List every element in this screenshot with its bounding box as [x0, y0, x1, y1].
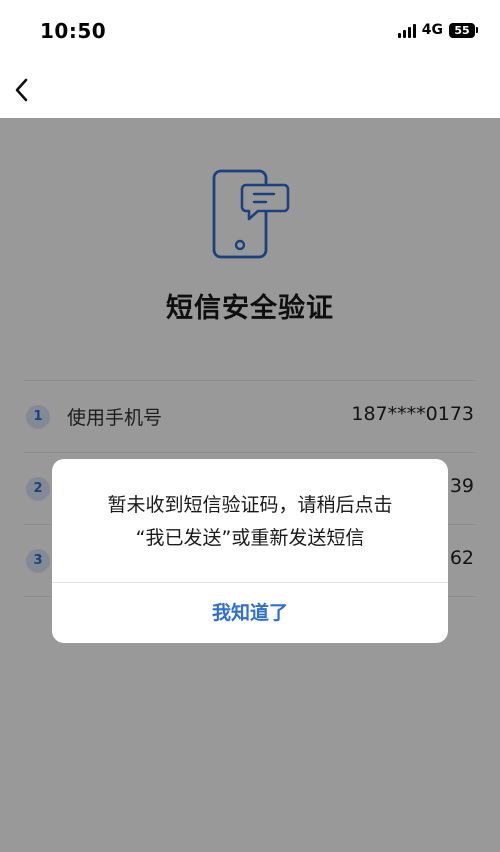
status-time: 10:50 [40, 19, 107, 43]
status-bar: 10:50 4G 55 [0, 0, 500, 62]
back-button[interactable] [6, 74, 38, 106]
nav-bar [0, 62, 500, 118]
status-indicators: 4G 55 [397, 22, 478, 38]
battery-icon: 55 [449, 22, 478, 38]
dialog-message-line: 暂未收到短信验证码，请稍后点击 [107, 494, 393, 516]
battery-level: 55 [449, 22, 475, 38]
signal-icon [397, 22, 416, 38]
network-type: 4G [421, 22, 443, 38]
dialog-message: 暂未收到短信验证码，请稍后点击 “我已发送”或重新发送短信 [72, 489, 428, 555]
confirm-button[interactable]: 我知道了 [52, 583, 448, 643]
dialog-message-line: “我已发送”或重新发送短信 [135, 527, 365, 549]
chevron-left-icon [15, 78, 28, 102]
alert-dialog: 暂未收到短信验证码，请稍后点击 “我已发送”或重新发送短信 我知道了 [52, 459, 448, 643]
